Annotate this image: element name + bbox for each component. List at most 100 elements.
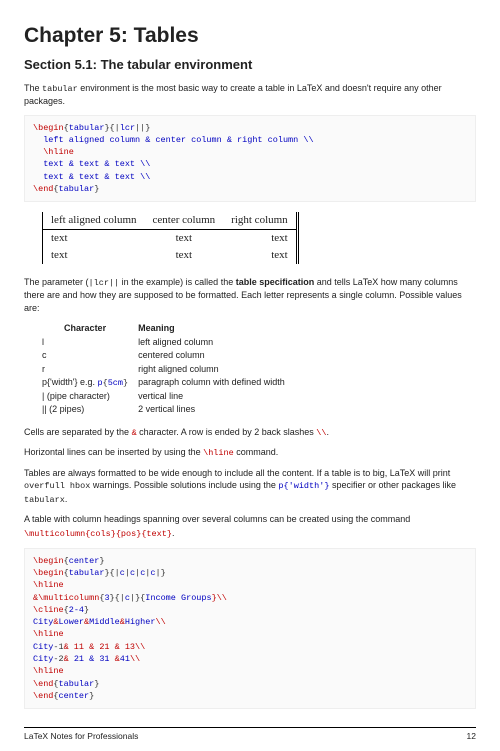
td: text (43, 247, 145, 264)
t: . (65, 494, 68, 504)
t: Income Groups (145, 593, 211, 603)
td: 2 vertical lines (138, 403, 295, 416)
kw: tabular (69, 123, 105, 133)
t: Higher (125, 617, 156, 627)
line: left aligned column & center column & ri… (33, 135, 314, 145)
t: } (123, 378, 128, 388)
code-block-2: \begin{center} \begin{tabular}{|c|c|c|c|… (24, 548, 476, 710)
kw: \multicolumn (38, 593, 99, 603)
td: l (42, 336, 138, 349)
inline-code: p{'width'} (278, 481, 329, 491)
inline-code: overfull hbox (24, 481, 90, 491)
td: text (223, 247, 297, 264)
t: }{| (104, 123, 119, 133)
page-footer: LaTeX Notes for Professionals 12 (24, 727, 476, 742)
paragraph-cells: Cells are separated by the & character. … (24, 426, 476, 439)
t: -1 (53, 642, 63, 652)
kw: \end (33, 679, 53, 689)
td: text (145, 247, 224, 264)
td: vertical line (138, 390, 295, 403)
td: centered column (138, 349, 295, 362)
kw: \begin (33, 556, 64, 566)
td: r (42, 362, 138, 375)
inline-code: tabularx (24, 495, 65, 505)
t: Tables are always formatted to be wide e… (24, 468, 450, 478)
kw: center (69, 556, 100, 566)
rendered-table-1: left aligned column center column right … (42, 212, 299, 264)
t: City (33, 617, 53, 627)
t: }\\ (212, 593, 227, 603)
kw: tabular (59, 679, 95, 689)
t: 2-4 (69, 605, 84, 615)
td: paragraph column with defined width (138, 375, 295, 389)
td: left aligned column (138, 336, 295, 349)
kw: \hline (33, 629, 64, 639)
kw: \begin (33, 123, 64, 133)
inline-code: \hline (203, 448, 234, 458)
th: right column (223, 212, 297, 229)
bold: table specification (236, 277, 315, 287)
paragraph-overfull: Tables are always formatted to be wide e… (24, 467, 476, 506)
t: City (33, 654, 53, 664)
text: The (24, 83, 42, 93)
character-table: CharacterMeaning lleft aligned column cc… (42, 321, 295, 416)
paragraph-hline: Horizontal lines can be inserted by usin… (24, 446, 476, 459)
t: \\ (155, 617, 165, 627)
paragraph-spec: The parameter (|lcr|| in the example) is… (24, 276, 476, 314)
inline-code: \\ (316, 428, 326, 438)
t: character. A row is ended by 2 back slas… (137, 427, 317, 437)
line: text & text & text \\ (33, 172, 150, 182)
t: } (94, 679, 99, 689)
paragraph-multicol: A table with column headings spanning ov… (24, 513, 476, 525)
t: } (84, 605, 89, 615)
t: } (99, 556, 104, 566)
t: 21 & 31 (69, 654, 115, 664)
chapter-title: Chapter 5: Tables (24, 22, 476, 50)
footer-page-number: 12 (467, 731, 476, 742)
t: specifier or other packages like (329, 480, 456, 490)
t: 5cm (108, 378, 123, 388)
inline-code: \multicolumn{cols}{pos}{text} (24, 529, 172, 539)
kw: \end (33, 184, 53, 194)
td: || (2 pipes) (42, 403, 138, 416)
t: -2 (53, 654, 63, 664)
kw: center (59, 691, 90, 701)
inline-code: |lcr|| (89, 278, 120, 288)
t: in the example) is called the (119, 277, 236, 287)
t: Cells are separated by the (24, 427, 132, 437)
td: text (145, 230, 224, 247)
t: }{| (110, 593, 125, 603)
t: } (89, 691, 94, 701)
code-block-1: \begin{tabular}{|lcr||} left aligned col… (24, 115, 476, 203)
t: & 11 & 21 & 13 (64, 642, 135, 652)
kw: lcr (120, 123, 135, 133)
t: 41 (120, 654, 130, 664)
t: Lower (59, 617, 85, 627)
t: \\ (130, 654, 140, 664)
section-title: Section 5.1: The tabular environment (24, 56, 476, 74)
kw: \end (33, 691, 53, 701)
t: } (94, 184, 99, 194)
t: The parameter ( (24, 277, 89, 287)
line: text & text & text \\ (33, 159, 150, 169)
td: text (223, 230, 297, 247)
t: }{| (104, 568, 119, 578)
td: text (43, 230, 145, 247)
t: command. (234, 447, 279, 457)
th: Character (42, 321, 138, 336)
t: . (326, 427, 329, 437)
t: ||} (135, 123, 150, 133)
t: Horizontal lines can be inserted by usin… (24, 447, 203, 457)
kw: tabular (69, 568, 105, 578)
td: p{'width'} e.g. p{5cm} (42, 375, 138, 389)
inline-code: tabular (42, 84, 78, 94)
kw: tabular (59, 184, 95, 194)
t: Middle (89, 617, 120, 627)
paragraph-multicol-cmd: \multicolumn{cols}{pos}{text}. (24, 527, 476, 540)
td: c (42, 349, 138, 362)
td: right aligned column (138, 362, 295, 375)
th: left aligned column (43, 212, 145, 229)
line: \hline (33, 147, 74, 157)
t: A table with column headings spanning ov… (24, 514, 410, 524)
kw: \cline (33, 605, 64, 615)
